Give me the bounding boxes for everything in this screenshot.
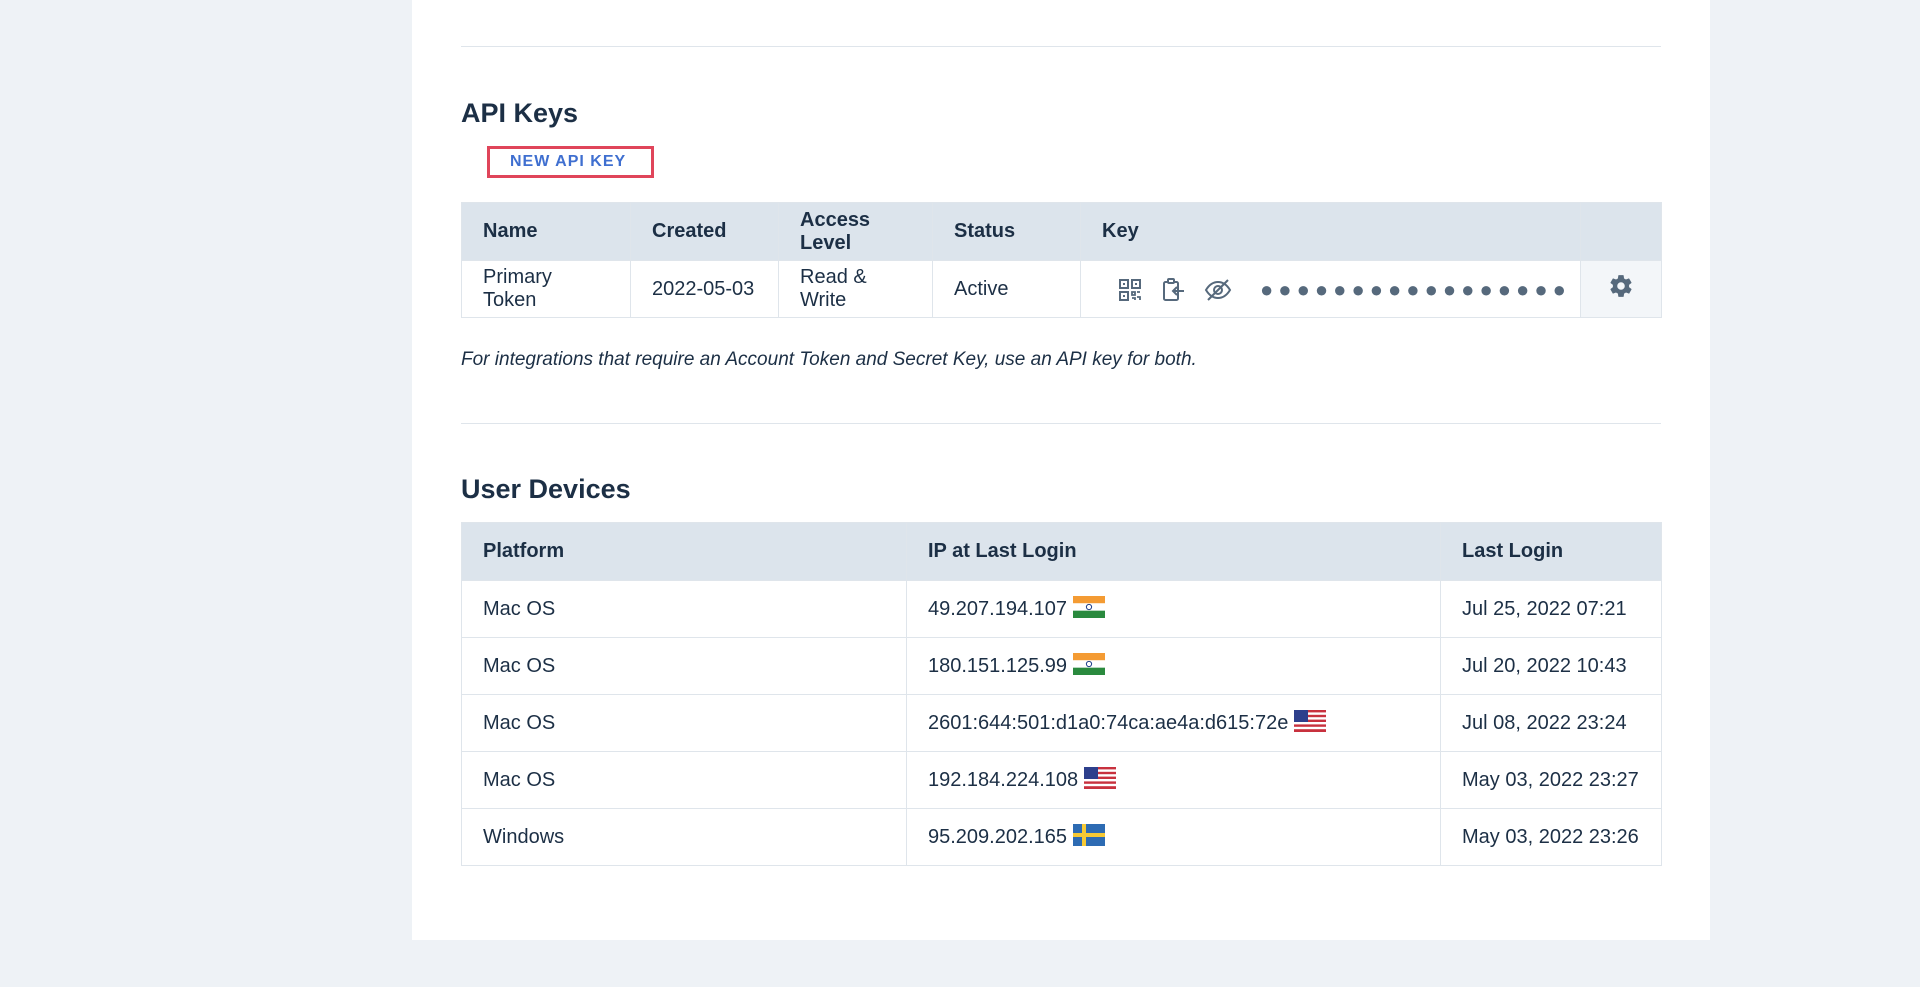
column-header-actions	[1580, 202, 1662, 261]
api-keys-table: Name Created Access Level Status Key Pri…	[461, 202, 1662, 318]
device-ip: 49.207.194.107	[928, 597, 1068, 620]
device-platform: Mac OS	[461, 694, 907, 752]
column-header-ip: IP at Last Login	[906, 522, 1441, 581]
api-keys-header-row: Name Created Access Level Status Key	[461, 202, 1662, 261]
device-last-login: Jul 20, 2022 10:43	[1440, 637, 1662, 695]
top-divider	[461, 46, 1661, 47]
table-row: Primary Token 2022-05-03 Read & Write Ac…	[461, 260, 1662, 318]
gear-icon[interactable]	[1608, 273, 1634, 299]
india-flag-icon	[1073, 596, 1106, 619]
device-last-login: Jul 25, 2022 07:21	[1440, 580, 1662, 638]
api-key-status: Active	[932, 260, 1081, 318]
api-key-note: For integrations that require an Account…	[461, 349, 1197, 370]
column-header-last-login: Last Login	[1440, 522, 1662, 581]
device-ip-cell: 192.184.224.108	[906, 751, 1441, 809]
user-devices-header-row: Platform IP at Last Login Last Login	[461, 522, 1662, 581]
device-platform: Mac OS	[461, 751, 907, 809]
usa-flag-icon	[1084, 767, 1117, 790]
qr-code-icon[interactable]	[1118, 278, 1142, 302]
masked-api-key: ●●●●●●●●●●●●●●●●●	[1260, 276, 1571, 302]
api-key-created: 2022-05-03	[630, 260, 779, 318]
column-header-access-level: Access Level	[778, 202, 933, 261]
device-last-login: Jul 08, 2022 23:24	[1440, 694, 1662, 752]
api-key-name: Primary Token	[461, 260, 631, 318]
device-ip: 192.184.224.108	[928, 768, 1079, 791]
device-ip: 2601:644:501:d1a0:74ca:ae4a:d615:72e	[928, 711, 1289, 734]
copy-to-clipboard-icon[interactable]	[1160, 277, 1186, 303]
user-devices-title: User Devices	[461, 474, 631, 504]
device-last-login: May 03, 2022 23:27	[1440, 751, 1662, 809]
user-devices-table: Platform IP at Last Login Last Login Mac…	[461, 522, 1662, 866]
api-key-access-level: Read & Write	[778, 260, 933, 318]
usa-flag-icon	[1294, 710, 1327, 733]
section-divider	[461, 423, 1661, 424]
api-keys-title: API Keys	[461, 98, 579, 128]
column-header-status: Status	[932, 202, 1081, 261]
column-header-created: Created	[630, 202, 779, 261]
table-row: Mac OS 49.207.194.107 Jul 25, 2022 07:21	[461, 580, 1662, 638]
device-platform: Windows	[461, 808, 907, 866]
table-row: Mac OS 180.151.125.99 Jul 20, 2022 10:43	[461, 637, 1662, 695]
api-key-settings-cell	[1580, 260, 1662, 318]
device-ip-cell: 49.207.194.107	[906, 580, 1441, 638]
table-row: Mac OS 2601:644:501:d1a0:74ca:ae4a:d615:…	[461, 694, 1662, 752]
device-ip-cell: 180.151.125.99	[906, 637, 1441, 695]
column-header-name: Name	[461, 202, 631, 261]
device-ip-cell: 2601:644:501:d1a0:74ca:ae4a:d615:72e	[906, 694, 1441, 752]
new-api-key-button[interactable]: NEW API KEY	[487, 146, 654, 178]
eye-slash-icon[interactable]	[1204, 277, 1232, 303]
device-ip-cell: 95.209.202.165	[906, 808, 1441, 866]
settings-card: API Keys NEW API KEY Name Created Access…	[412, 0, 1710, 940]
api-key-value-cell: ●●●●●●●●●●●●●●●●●	[1080, 260, 1581, 318]
device-last-login: May 03, 2022 23:26	[1440, 808, 1662, 866]
table-row: Windows 95.209.202.165 May 03, 2022 23:2…	[461, 808, 1662, 866]
india-flag-icon	[1073, 653, 1106, 676]
sweden-flag-icon	[1073, 824, 1106, 847]
table-row: Mac OS 192.184.224.108 May 03, 2022 23:2…	[461, 751, 1662, 809]
device-platform: Mac OS	[461, 580, 907, 638]
column-header-key: Key	[1080, 202, 1581, 261]
device-platform: Mac OS	[461, 637, 907, 695]
device-ip: 180.151.125.99	[928, 654, 1068, 677]
column-header-platform: Platform	[461, 522, 907, 581]
device-ip: 95.209.202.165	[928, 825, 1068, 848]
key-actions	[1118, 262, 1232, 317]
